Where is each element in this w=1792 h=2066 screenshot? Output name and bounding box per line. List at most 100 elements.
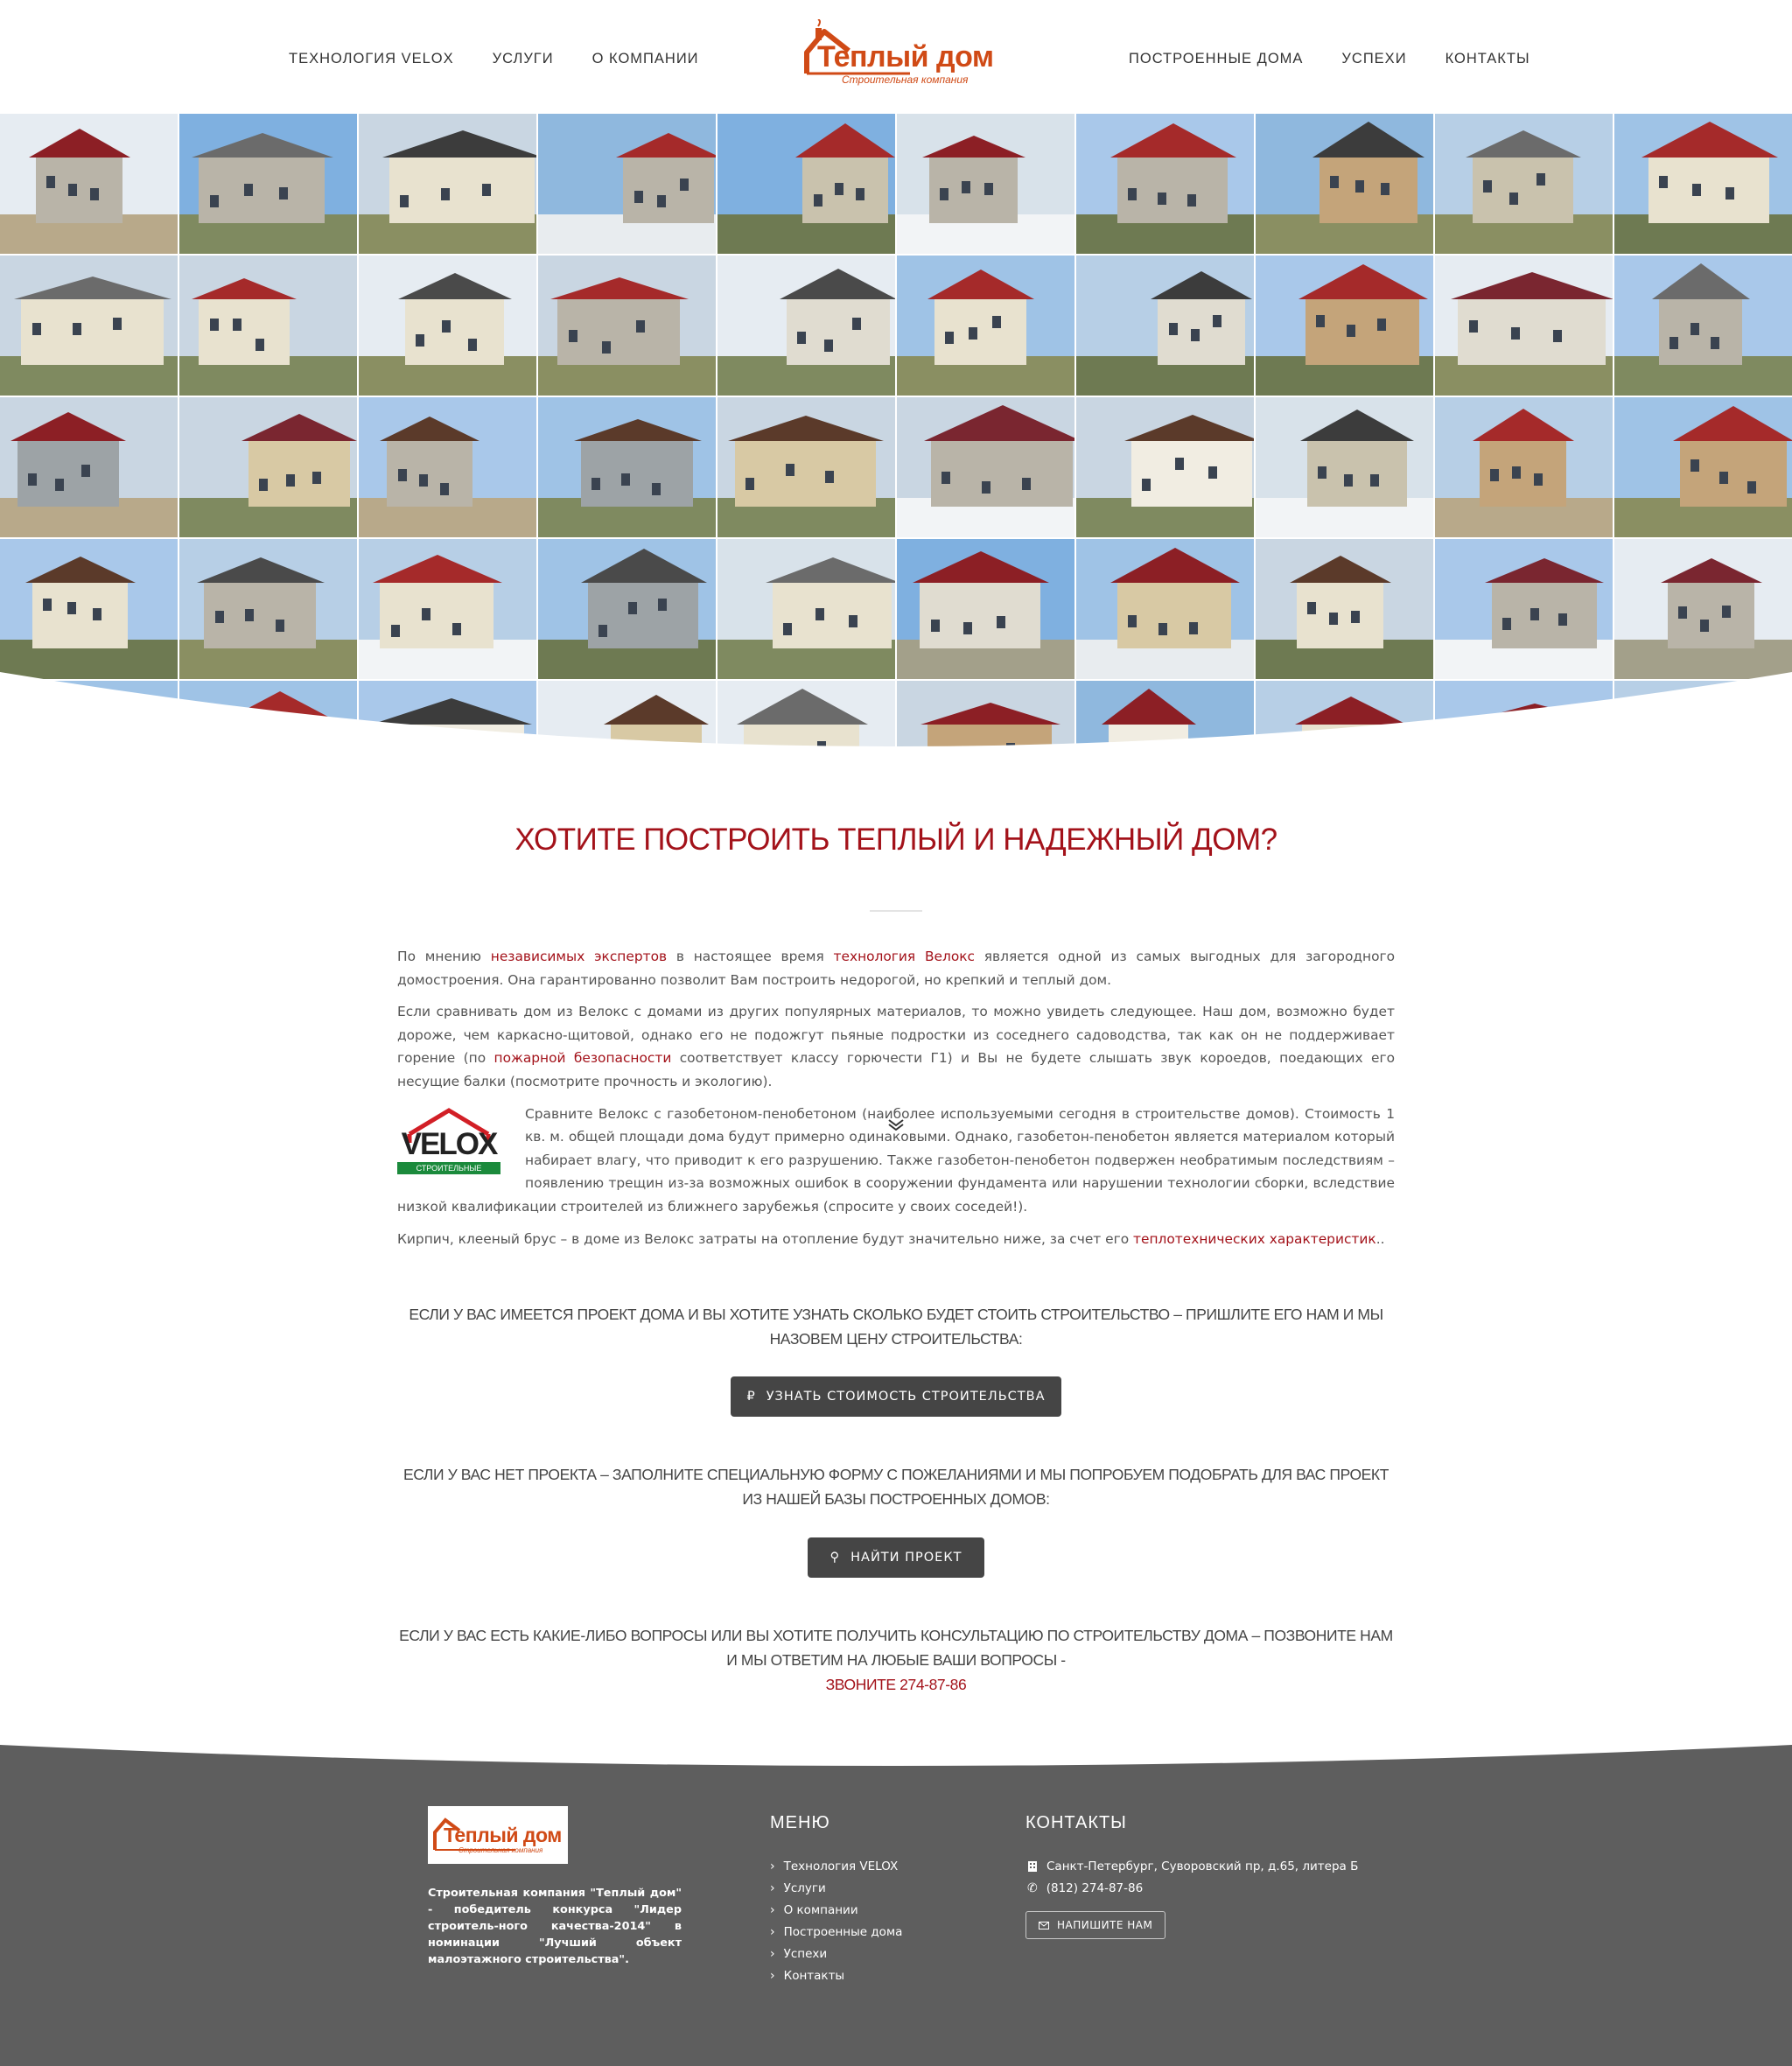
chevron-right-icon: › xyxy=(770,1924,775,1939)
footer-phone-text: (812) 274-87-86 xyxy=(1046,1880,1144,1895)
footer-address: Санкт-Петербург, Суворовский пр, д.65, л… xyxy=(1027,1855,1358,1877)
house-photo-tile xyxy=(1435,256,1613,396)
house-photo-tile xyxy=(538,256,716,396)
link-velox-technology[interactable]: технология Велокс xyxy=(834,949,975,964)
house-photo-tile xyxy=(359,539,536,679)
house-photo-tile xyxy=(1256,256,1433,396)
footer-menu-item-contacts[interactable]: › Контакты xyxy=(770,1964,902,1986)
house-photo-tile xyxy=(1614,114,1792,254)
title-divider xyxy=(870,910,922,912)
house-photo-tile xyxy=(897,114,1074,254)
house-photo-tile xyxy=(718,539,895,679)
footer-logo[interactable]: Теплый дом Строительная компания xyxy=(428,1806,568,1864)
footer-address-text: Санкт-Петербург, Суворовский пр, д.65, л… xyxy=(1046,1859,1359,1873)
site-logo[interactable]: Теплый дом Строительная компания xyxy=(798,19,999,91)
nav-contacts[interactable]: Контакты xyxy=(1446,51,1530,67)
house-photo-tile xyxy=(718,397,895,537)
footer-menu-item-velox[interactable]: › Технология VELOX xyxy=(770,1855,902,1877)
write-us-button[interactable]: Напишите нам xyxy=(1026,1911,1166,1939)
house-photo-tile xyxy=(1076,539,1254,679)
nav-built-houses[interactable]: Построенные дома xyxy=(1129,51,1303,67)
house-photo-tile xyxy=(718,114,895,254)
footer-menu-label: Построенные дома xyxy=(783,1924,903,1939)
paragraph-2: Если сравнивать дом из Велокс с домами и… xyxy=(397,1000,1395,1093)
house-photo-tile xyxy=(179,397,357,537)
chevron-down-icon[interactable] xyxy=(887,1118,905,1131)
footer-menu-item-successes[interactable]: › Успехи xyxy=(770,1943,902,1964)
chevron-right-icon: › xyxy=(770,1902,775,1917)
cta-questions: Если у вас есть какие-либо вопросы или в… xyxy=(397,1623,1395,1697)
text: .. xyxy=(1376,1230,1385,1247)
footer-top-curve xyxy=(0,1743,1792,1766)
chevron-right-icon: › xyxy=(770,1968,775,1983)
house-photo-mosaic xyxy=(0,114,1792,760)
house-photo-tile xyxy=(1435,397,1613,537)
house-photo-tile xyxy=(1076,397,1254,537)
nav-successes[interactable]: Успехи xyxy=(1341,51,1406,67)
get-cost-label: Узнать стоимость строительства xyxy=(766,1390,1046,1404)
nav-services[interactable]: Услуги xyxy=(493,51,554,67)
footer-contacts: Санкт-Петербург, Суворовский пр, д.65, л… xyxy=(1027,1855,1358,1899)
footer-menu-label: Контакты xyxy=(783,1968,845,1983)
velox-wordmark: VELOX xyxy=(401,1126,499,1161)
site-footer: Теплый дом Строительная компания Строите… xyxy=(0,1743,1792,2066)
house-photo-tile xyxy=(0,539,178,679)
house-photo-tile xyxy=(897,256,1074,396)
house-photo-tile xyxy=(1256,539,1433,679)
text: По мнению xyxy=(397,949,491,964)
house-photo-tile xyxy=(538,539,716,679)
cta-project-text: Если у вас имеется проект дома и вы хоти… xyxy=(409,1306,1383,1348)
page-title: Хотите построить теплый и надежный дом? xyxy=(514,823,1278,857)
house-photo-tile xyxy=(1076,256,1254,396)
text: Кирпич, клееный брус – в доме из Велокс … xyxy=(397,1230,1134,1247)
link-thermal-characteristics[interactable]: теплотехнических характеристик xyxy=(1133,1231,1376,1247)
cta-no-project-text: Если у вас нет проекта – заполните специ… xyxy=(402,1466,1390,1508)
house-photo-tile xyxy=(0,114,178,254)
footer-menu-label: Технология VELOX xyxy=(783,1859,899,1873)
envelope-icon xyxy=(1039,1921,1049,1929)
house-photo-tile xyxy=(359,256,536,396)
footer-menu-item-built-houses[interactable]: › Построенные дома xyxy=(770,1921,902,1943)
building-icon xyxy=(1028,1860,1037,1872)
chevron-right-icon: › xyxy=(770,1946,775,1961)
house-photo-tile xyxy=(1614,256,1792,396)
footer-about: Строительная компания "Теплый дом" - поб… xyxy=(428,1887,682,1966)
site-header: Технология VELOX Услуги О компании Теплы… xyxy=(0,0,1792,114)
house-photo-tile xyxy=(718,256,895,396)
main-nav-left: Технология VELOX Услуги О компании xyxy=(289,51,699,67)
footer-menu-label: Услуги xyxy=(783,1880,826,1895)
find-project-label: Найти проект xyxy=(850,1551,962,1565)
house-photo-tile xyxy=(897,539,1074,679)
house-photo-tile xyxy=(179,539,357,679)
logo-subtitle: Строительная компания xyxy=(842,74,969,86)
footer-menu-item-services[interactable]: › Услуги xyxy=(770,1877,902,1899)
footer-menu-item-about[interactable]: › О компании xyxy=(770,1899,902,1921)
footer-phone[interactable]: ✆ (812) 274-87-86 xyxy=(1027,1877,1358,1899)
footer-menu-label: О компании xyxy=(783,1902,858,1917)
house-photo-tile xyxy=(0,397,178,537)
nav-about[interactable]: О компании xyxy=(592,51,699,67)
mosaic-curve-mask xyxy=(0,672,1792,760)
mosaic-grid xyxy=(0,114,1792,760)
phone-icon: ✆ xyxy=(1027,1880,1038,1895)
write-us-label: Напишите нам xyxy=(1057,1919,1153,1931)
house-photo-tile xyxy=(1614,539,1792,679)
location-pin-icon: ⚲ xyxy=(830,1551,841,1565)
house-photo-tile xyxy=(897,397,1074,537)
house-photo-tile xyxy=(1614,397,1792,537)
house-photo-tile xyxy=(1076,114,1254,254)
house-photo-tile xyxy=(0,256,178,396)
link-experts[interactable]: независимых экспертов xyxy=(491,949,667,964)
chevron-right-icon: › xyxy=(770,1859,775,1873)
house-photo-tile xyxy=(179,114,357,254)
velox-logo: VELOX СТРОИТЕЛЬНЫЕ СИСТЕМЫ xyxy=(397,1107,500,1185)
find-project-button[interactable]: ⚲ Найти проект xyxy=(808,1537,984,1578)
link-fire-safety[interactable]: пожарной безопасности xyxy=(494,1050,672,1066)
nav-velox[interactable]: Технология VELOX xyxy=(289,51,454,67)
paragraph-1: По мнению независимых экспертов в настоя… xyxy=(397,945,1395,991)
call-phone-link[interactable]: Звоните 274-87-86 xyxy=(397,1672,1395,1697)
house-photo-tile xyxy=(1435,114,1613,254)
get-cost-button[interactable]: ₽ Узнать стоимость строительства xyxy=(731,1376,1061,1417)
text: в настоящее время xyxy=(667,949,834,964)
logo-title: Теплый дом xyxy=(817,40,994,74)
